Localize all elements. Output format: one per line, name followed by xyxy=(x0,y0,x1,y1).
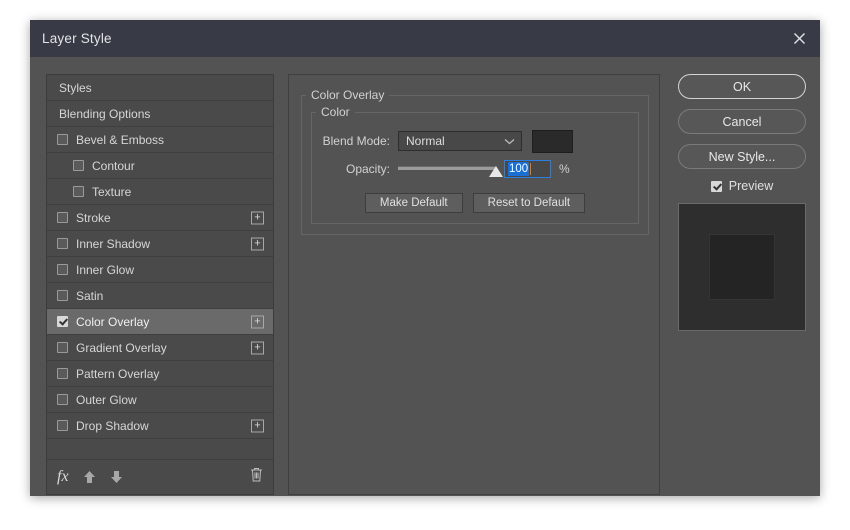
style-row-label: Contour xyxy=(92,158,135,173)
effect-checkbox[interactable] xyxy=(73,186,84,197)
layer-style-dialog: Layer Style Styles Blending Options Bevel … xyxy=(30,20,820,496)
style-row-blending-options[interactable]: Blending Options xyxy=(47,101,273,127)
dialog-title: Layer Style xyxy=(42,31,112,46)
effect-checkbox[interactable] xyxy=(57,264,68,275)
make-default-button[interactable]: Make Default xyxy=(364,193,463,213)
fx-icon[interactable]: fx xyxy=(57,468,69,486)
add-effect-icon[interactable]: + xyxy=(251,341,264,354)
default-buttons-row: Make Default Reset to Default xyxy=(312,193,638,213)
style-row-satin[interactable]: Satin xyxy=(47,283,273,309)
style-row-label: Blending Options xyxy=(59,106,151,121)
effect-checkbox[interactable] xyxy=(57,394,68,405)
cancel-button[interactable]: Cancel xyxy=(678,109,806,134)
color-subgroup-title: Color xyxy=(321,105,350,119)
percent-sign: % xyxy=(559,162,570,176)
add-effect-icon[interactable]: + xyxy=(251,211,264,224)
style-row-inner-glow[interactable]: Inner Glow xyxy=(47,257,273,283)
color-overlay-group: Color Overlay Color Blend Mode: Normal O… xyxy=(301,88,649,235)
styles-footer-toolbar: fx xyxy=(47,459,273,494)
preview-thumbnail xyxy=(678,203,806,331)
dialog-body: Styles Blending Options Bevel & Emboss Cont… xyxy=(30,57,820,496)
close-icon[interactable] xyxy=(778,20,820,57)
style-row-label: Gradient Overlay xyxy=(76,340,167,355)
style-row-label: Inner Glow xyxy=(76,262,135,277)
preview-checkbox[interactable] xyxy=(710,180,722,192)
opacity-slider-thumb[interactable] xyxy=(489,166,503,177)
styles-list[interactable]: Styles Blending Options Bevel & Emboss Cont… xyxy=(47,75,273,459)
dialog-titlebar: Layer Style xyxy=(30,20,820,57)
chevron-down-icon xyxy=(504,134,515,148)
add-effect-icon[interactable]: + xyxy=(251,315,264,328)
style-row-pattern-overlay[interactable]: Pattern Overlay xyxy=(47,361,273,387)
opacity-label: Opacity: xyxy=(345,162,390,176)
effect-checkbox[interactable] xyxy=(57,238,68,249)
blend-mode-label: Blend Mode: xyxy=(322,134,390,148)
effect-checkbox[interactable] xyxy=(57,420,68,431)
style-row-label: Stroke xyxy=(76,210,111,225)
opacity-slider-track xyxy=(398,166,496,170)
effect-checkbox[interactable] xyxy=(57,290,68,301)
blend-mode-value: Normal xyxy=(406,134,445,148)
effect-checkbox[interactable] xyxy=(57,212,68,223)
style-row-label: Drop Shadow xyxy=(76,418,149,433)
style-row-label: Bevel & Emboss xyxy=(76,132,165,147)
style-row-label: Outer Glow xyxy=(76,392,137,407)
blend-mode-select[interactable]: Normal xyxy=(398,131,522,151)
text-caret xyxy=(530,163,532,175)
style-row-color-overlay[interactable]: Color Overlay + xyxy=(47,309,273,335)
style-row-label: Satin xyxy=(76,288,104,303)
style-row-drop-shadow[interactable]: Drop Shadow + xyxy=(47,413,273,439)
style-row-label: Texture xyxy=(92,184,132,199)
preview-label: Preview xyxy=(728,179,774,193)
effect-checkbox[interactable] xyxy=(57,316,68,327)
trash-icon[interactable] xyxy=(250,467,263,487)
opacity-input[interactable]: 100 xyxy=(504,160,551,178)
opacity-slider[interactable] xyxy=(398,159,503,179)
color-overlay-group-title: Color Overlay xyxy=(311,88,385,102)
style-row-label: Inner Shadow xyxy=(76,236,151,251)
effect-checkbox[interactable] xyxy=(73,160,84,171)
style-row-label: Color Overlay xyxy=(76,314,150,329)
color-swatch[interactable] xyxy=(532,129,573,153)
style-row-texture[interactable]: Texture xyxy=(47,179,273,205)
styles-panel: Styles Blending Options Bevel & Emboss Cont… xyxy=(46,74,274,495)
color-subgroup: Color Blend Mode: Normal Opacity: 100 % … xyxy=(311,105,639,224)
preview-shape xyxy=(709,234,775,300)
arrow-down-icon[interactable] xyxy=(110,470,123,484)
style-row-outer-glow[interactable]: Outer Glow xyxy=(47,387,273,413)
arrow-up-icon[interactable] xyxy=(83,470,96,484)
opacity-input-value: 100 xyxy=(508,162,530,176)
preview-checkbox-row[interactable]: Preview xyxy=(678,179,806,193)
ok-button[interactable]: OK xyxy=(678,74,806,99)
options-panel: Color Overlay Color Blend Mode: Normal O… xyxy=(288,74,660,495)
add-effect-icon[interactable]: + xyxy=(251,419,264,432)
opacity-row: Opacity: 100 % xyxy=(312,157,638,181)
reset-to-default-button[interactable]: Reset to Default xyxy=(472,193,586,213)
blend-mode-row: Blend Mode: Normal xyxy=(312,129,638,153)
style-row-label: Pattern Overlay xyxy=(76,366,160,381)
effect-checkbox[interactable] xyxy=(57,368,68,379)
new-style-button[interactable]: New Style... xyxy=(678,144,806,169)
style-row-contour[interactable]: Contour xyxy=(47,153,273,179)
style-row-stroke[interactable]: Stroke + xyxy=(47,205,273,231)
effect-checkbox[interactable] xyxy=(57,342,68,353)
effect-checkbox[interactable] xyxy=(57,134,68,145)
style-row-styles[interactable]: Styles xyxy=(47,75,273,101)
style-row-gradient-overlay[interactable]: Gradient Overlay + xyxy=(47,335,273,361)
add-effect-icon[interactable]: + xyxy=(251,237,264,250)
style-row-label: Styles xyxy=(59,80,92,95)
actions-panel: OK Cancel New Style... Preview xyxy=(678,74,806,331)
style-row-inner-shadow[interactable]: Inner Shadow + xyxy=(47,231,273,257)
style-row-bevel-emboss[interactable]: Bevel & Emboss xyxy=(47,127,273,153)
